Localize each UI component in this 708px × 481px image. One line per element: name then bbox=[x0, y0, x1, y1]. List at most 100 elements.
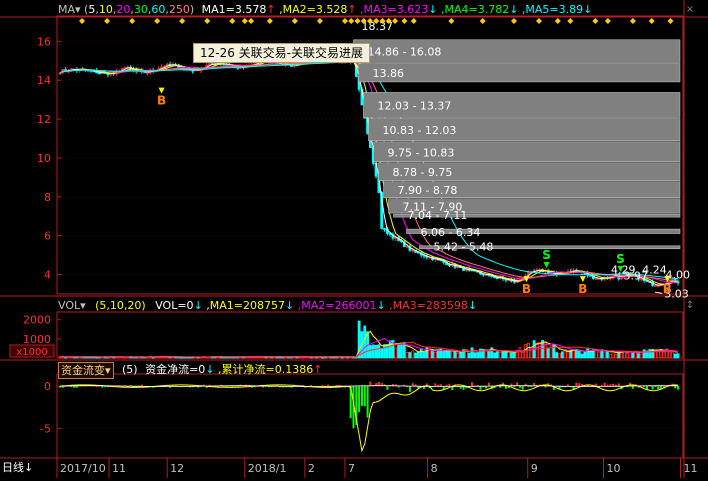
volume-bar bbox=[577, 350, 581, 359]
volume-bar bbox=[676, 353, 680, 359]
volume-bar bbox=[405, 352, 409, 359]
flow-bar bbox=[101, 386, 104, 388]
x-axis-label: 11 bbox=[683, 462, 697, 475]
volume-bar bbox=[637, 353, 640, 359]
flow-bar bbox=[434, 383, 437, 387]
flow-bar bbox=[629, 382, 632, 387]
event-marker-icon bbox=[592, 18, 599, 24]
volume-bar bbox=[448, 351, 451, 359]
ma-indicator-dropdown[interactable]: MA▾ bbox=[58, 3, 81, 16]
flow-bar bbox=[674, 386, 677, 389]
volume-bar bbox=[363, 325, 367, 359]
price-band-label: 10.83 - 12.03 bbox=[382, 124, 456, 137]
flow-bar bbox=[358, 386, 361, 412]
event-marker-icon bbox=[248, 18, 255, 24]
buy-signal-label: B bbox=[663, 282, 672, 296]
price-band-label: 5.42 - 5.48 bbox=[433, 240, 493, 253]
flow-bar bbox=[575, 382, 578, 387]
ma-param-20: 20 bbox=[116, 3, 131, 16]
ma-param-60: 60 bbox=[151, 3, 166, 16]
vol-arrow-icon: ↓ bbox=[193, 299, 203, 312]
x-axis-label: 2018/1 bbox=[248, 462, 287, 475]
flow-bar bbox=[73, 386, 76, 388]
vol-indicator-dropdown[interactable]: VOL▾ bbox=[58, 299, 86, 312]
flow-bar bbox=[518, 386, 521, 388]
volume-bar bbox=[445, 350, 449, 359]
x-axis-label: 11 bbox=[112, 462, 126, 475]
x-axis-label: 2 bbox=[308, 462, 315, 475]
fund-flow-header: (5) 资金净流=0↓ ,累计净流=0.1386↑ bbox=[122, 362, 322, 378]
flow-bar bbox=[617, 383, 620, 387]
event-marker-icon bbox=[179, 18, 186, 24]
ma5-value: ,MA5=3.89 bbox=[521, 3, 584, 16]
volume-bar bbox=[546, 347, 550, 359]
price-band-label: 9.75 - 10.83 bbox=[387, 146, 454, 159]
volume-bar bbox=[501, 350, 505, 359]
ma2-value: ,MA2=3.528 bbox=[279, 3, 348, 16]
resize-icon[interactable]: ↕ bbox=[684, 300, 696, 312]
volume-bar bbox=[538, 342, 542, 359]
flow-bar bbox=[521, 386, 524, 390]
event-marker-icon bbox=[448, 18, 455, 24]
volume-bar bbox=[374, 345, 378, 359]
event-marker-icon bbox=[266, 18, 273, 24]
volume-bar bbox=[340, 356, 344, 359]
volume-bar bbox=[493, 352, 496, 359]
event-marker-icon bbox=[401, 18, 408, 24]
volume-bar bbox=[662, 351, 666, 359]
ma1-value: MA1=3.578 bbox=[201, 3, 267, 16]
flow-bar bbox=[504, 386, 507, 389]
volume-bar bbox=[510, 352, 513, 359]
price-band-label: 6.06 - 6.34 bbox=[420, 226, 480, 239]
volume-bar bbox=[467, 352, 471, 359]
fund-flow-indicator-dropdown[interactable]: 资金流变▾ bbox=[58, 362, 114, 379]
volume-bar bbox=[408, 352, 412, 359]
flow-bar bbox=[544, 386, 547, 388]
flow-y-tick-label: 0 bbox=[44, 380, 51, 393]
event-marker-icon bbox=[129, 18, 136, 24]
ma-param-250: 250 bbox=[168, 3, 190, 16]
flow-bar bbox=[363, 386, 366, 407]
volume-bar bbox=[606, 350, 609, 359]
ma1-arrow-icon: ↑ bbox=[266, 3, 276, 16]
flow-bar bbox=[527, 386, 530, 388]
x-axis-label: 8 bbox=[431, 462, 438, 475]
event-marker-icon bbox=[291, 18, 298, 24]
volume-bar bbox=[414, 352, 417, 359]
flow-bar bbox=[437, 384, 440, 387]
period-selector[interactable]: 日线↓ bbox=[2, 460, 33, 476]
price-band-label: 8.78 - 9.75 bbox=[392, 166, 452, 179]
volume-bar bbox=[388, 340, 392, 359]
x-axis-label: 12 bbox=[170, 462, 184, 475]
volume-bar bbox=[670, 351, 674, 359]
sell-arrow-icon bbox=[543, 262, 550, 269]
candle-body bbox=[98, 72, 101, 75]
volume-bar bbox=[476, 352, 480, 359]
volume-bar bbox=[495, 351, 499, 359]
event-marker-icon bbox=[604, 18, 611, 24]
volume-bar bbox=[521, 351, 525, 359]
flow-bar bbox=[651, 386, 654, 390]
ma5-arrow-icon: ↓ bbox=[583, 3, 593, 16]
volume-bar bbox=[512, 351, 516, 359]
close-icon[interactable]: × bbox=[684, 4, 696, 16]
vol-ma3-arrow-icon: ↓ bbox=[467, 299, 478, 312]
price-band-label: 13.86 bbox=[372, 67, 404, 80]
volume-bar bbox=[394, 347, 398, 359]
volume-bar bbox=[397, 343, 401, 359]
stock-chart[interactable]: 4 6 8 10 12 14 16 1000 2000 x1000 0 -5 2017/10 11 12 20… bbox=[0, 0, 708, 478]
ma-param-30: 30 bbox=[133, 3, 148, 16]
volume-bar bbox=[377, 344, 381, 359]
volume-bar bbox=[470, 347, 474, 359]
volume-bar bbox=[597, 351, 601, 359]
flow-bar bbox=[360, 386, 363, 406]
volume-unit-label: x1000 bbox=[16, 347, 47, 358]
volume-bar bbox=[603, 351, 607, 359]
volume-bar bbox=[459, 351, 463, 359]
sell-signal-label: S bbox=[542, 248, 551, 262]
volume-bar bbox=[558, 352, 561, 359]
volume-bar bbox=[668, 351, 671, 359]
volume-bar bbox=[673, 353, 677, 359]
volume-bar bbox=[419, 349, 423, 359]
volume-bar bbox=[648, 349, 652, 359]
